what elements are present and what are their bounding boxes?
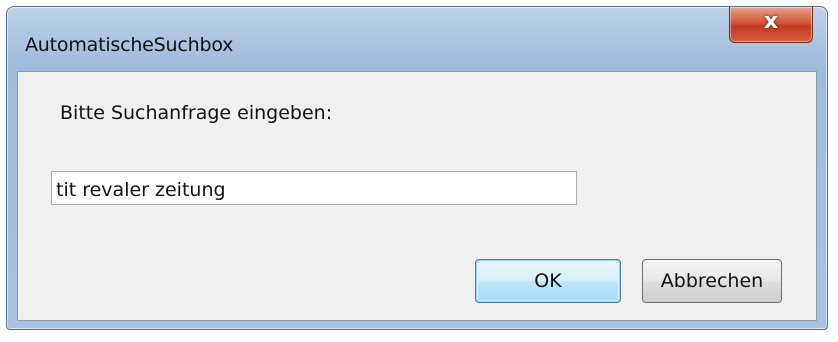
- dialog-window: AutomatischeSuchbox x Bitte Suchanfrage …: [6, 6, 828, 330]
- title-bar[interactable]: AutomatischeSuchbox x: [7, 7, 827, 71]
- window-title: AutomatischeSuchbox: [25, 34, 234, 56]
- close-icon: x: [763, 9, 779, 34]
- search-input[interactable]: [51, 171, 577, 205]
- cancel-button[interactable]: Abbrechen: [642, 259, 782, 303]
- close-button[interactable]: x: [729, 7, 813, 43]
- prompt-label: Bitte Suchanfrage eingeben:: [60, 102, 333, 124]
- ok-button[interactable]: OK: [475, 259, 621, 303]
- dialog-body: Bitte Suchanfrage eingeben: OK Abbrechen: [17, 71, 817, 321]
